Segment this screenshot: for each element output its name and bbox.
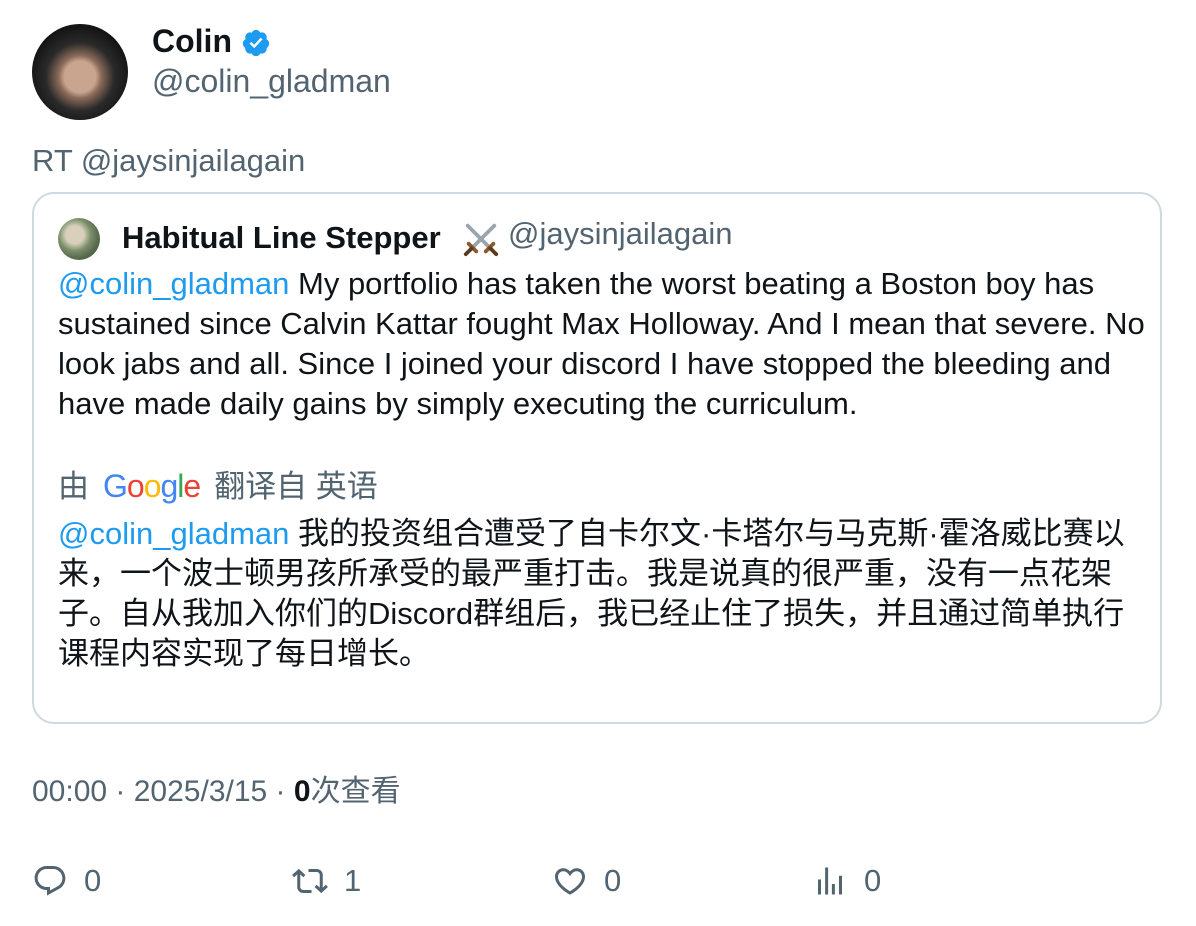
reply-count: 0 <box>84 863 102 898</box>
views-button[interactable]: 0 <box>812 856 881 906</box>
quoted-tweet-text: @colin_gladman My portfolio has taken th… <box>58 264 1148 424</box>
views-label: 次查看 <box>310 775 401 808</box>
retweet-button[interactable]: 1 <box>292 856 361 906</box>
views-count: 0 <box>293 775 311 808</box>
like-icon <box>554 868 586 895</box>
translation-prefix: 由 <box>58 469 89 504</box>
mention-link[interactable]: @colin_gladman <box>58 266 289 301</box>
translated-mention-link[interactable]: @colin_gladman <box>58 516 289 551</box>
tweet-date[interactable]: 2025/3/15 <box>134 775 267 808</box>
quoted-display-name[interactable]: Habitual Line Stepper <box>122 218 441 258</box>
translation-attribution: 由 Google 翻译自 英语 <box>58 464 378 509</box>
retweet-icon <box>292 868 328 894</box>
author-avatar[interactable] <box>32 24 128 120</box>
meta-separator: · <box>107 775 134 808</box>
crossed-swords-icon <box>463 223 499 257</box>
quoted-avatar[interactable] <box>58 218 100 260</box>
like-button[interactable]: 0 <box>552 856 621 906</box>
reply-button[interactable]: 0 <box>32 856 101 906</box>
action-bar: 0 1 0 0 <box>0 856 1196 906</box>
verified-badge-icon <box>242 29 270 57</box>
google-logo: Google <box>103 468 201 504</box>
tweet-time[interactable]: 00:00 <box>32 775 107 808</box>
like-count: 0 <box>604 863 622 898</box>
retweet-count: 1 <box>344 863 362 898</box>
tweet-meta: 00:00 · 2025/3/15 · 0次查看 <box>32 772 401 812</box>
translated-text: @colin_gladman 我的投资组合遭受了自卡尔文·卡塔尔与马克斯·霍洛威… <box>58 514 1148 674</box>
retweet-text: RT @jaysinjailagain <box>32 143 306 178</box>
translation-suffix[interactable]: 翻译自 英语 <box>214 469 378 504</box>
quoted-handle[interactable]: @jaysinjailagain <box>508 214 732 254</box>
author-display-name[interactable]: Colin <box>152 22 232 60</box>
reply-icon <box>34 866 66 896</box>
views-action-count: 0 <box>864 863 882 898</box>
quoted-tweet-card[interactable]: Habitual Line Stepper @jaysinjailagain @… <box>32 192 1162 724</box>
views-icon <box>818 867 842 895</box>
author-handle[interactable]: @colin_gladman <box>152 62 391 100</box>
meta-separator: · <box>267 775 294 808</box>
